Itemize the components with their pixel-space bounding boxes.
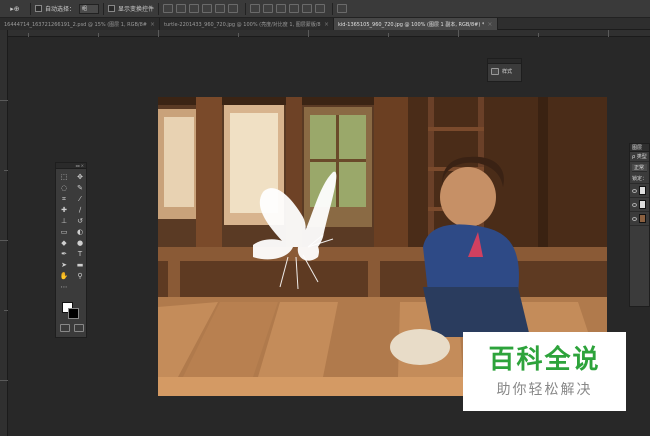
healing-brush-tool-icon[interactable]: ✚ bbox=[57, 205, 71, 215]
distribute-hcenter-icon[interactable] bbox=[302, 4, 313, 13]
tools-panel: ◂◂ × ⬚ ✥ ◌ ✎ ⌗ ⁄ ✚ ∕ ⊥ ↺ ▭ ◐ ◆ ● ✒ T ➤ ▬… bbox=[55, 162, 87, 338]
tab-label: 16444714_163721266191_2.psd @ 15% (图层 1,… bbox=[4, 21, 147, 28]
distribute-bottom-icon[interactable] bbox=[276, 4, 287, 13]
layer-thumbnail bbox=[639, 214, 646, 223]
distribute-top-icon[interactable] bbox=[250, 4, 261, 13]
watermark-title: 百科全说 bbox=[488, 344, 601, 375]
auto-select-checkbox[interactable] bbox=[35, 5, 42, 12]
tab-label: kid-1365105_960_720.jpg @ 100% (图层 1 副本,… bbox=[338, 21, 485, 28]
document-tabs: 16444714_163721266191_2.psd @ 15% (图层 1,… bbox=[0, 18, 650, 30]
history-brush-tool-icon[interactable]: ↺ bbox=[73, 216, 87, 226]
close-icon[interactable]: × bbox=[150, 21, 155, 28]
vertical-ruler[interactable] bbox=[0, 30, 8, 436]
distribute-left-icon[interactable] bbox=[289, 4, 300, 13]
layer-kind-filter[interactable]: ρ 类型 bbox=[630, 152, 649, 162]
document-tab[interactable]: turtle-2201433_960_720.jpg @ 100% (亮度/对比… bbox=[160, 18, 334, 30]
eraser-tool-icon[interactable]: ▭ bbox=[57, 227, 71, 237]
blur-tool-icon[interactable]: ◆ bbox=[57, 238, 71, 248]
pen-tool-icon[interactable]: ✒ bbox=[57, 249, 71, 259]
layer-row[interactable] bbox=[630, 198, 649, 212]
eyedropper-tool-icon[interactable]: ⁄ bbox=[73, 194, 87, 204]
path-select-tool-icon[interactable]: ➤ bbox=[57, 260, 71, 270]
styles-button[interactable]: 样式 bbox=[488, 64, 521, 79]
watermark-subtitle: 助你轻松解决 bbox=[496, 381, 593, 398]
move-tool-preset-icon[interactable]: ▸⊕ bbox=[4, 2, 26, 16]
show-transform-checkbox[interactable] bbox=[108, 5, 116, 12]
styles-label: 样式 bbox=[502, 69, 513, 75]
clone-stamp-tool-icon[interactable]: ⊥ bbox=[57, 216, 71, 226]
auto-select-label: 自动选择： bbox=[45, 6, 76, 13]
edit-toolbar-icon[interactable]: ⋯ bbox=[57, 282, 71, 292]
align-vcenter-icon[interactable] bbox=[176, 4, 187, 13]
lasso-tool-icon[interactable]: ◌ bbox=[57, 183, 71, 193]
watermark-logo: 百科全说 助你轻松解决 bbox=[463, 332, 626, 411]
horizontal-ruler[interactable] bbox=[8, 30, 650, 37]
divider bbox=[332, 2, 334, 15]
layer-row[interactable] bbox=[630, 212, 649, 226]
blend-mode-dropdown[interactable]: 正常 bbox=[632, 164, 647, 172]
auto-select-dropdown[interactable]: 组 bbox=[79, 3, 100, 14]
divider bbox=[245, 2, 247, 15]
quick-select-tool-icon[interactable]: ✎ bbox=[73, 183, 87, 193]
shape-tool-icon[interactable]: ▬ bbox=[73, 260, 87, 270]
distribute-vcenter-icon[interactable] bbox=[263, 4, 274, 13]
align-left-icon[interactable] bbox=[202, 4, 213, 13]
visibility-eye-icon[interactable] bbox=[632, 216, 637, 221]
hand-tool-icon[interactable]: ✋ bbox=[57, 271, 71, 281]
brush-tool-icon[interactable]: ∕ bbox=[73, 205, 87, 215]
divider bbox=[30, 2, 31, 15]
marquee-tool-icon[interactable]: ⬚ bbox=[57, 172, 71, 182]
align-hcenter-icon[interactable] bbox=[215, 4, 226, 13]
quick-mask-icon[interactable] bbox=[60, 324, 70, 332]
close-icon[interactable]: × bbox=[324, 21, 329, 28]
document-tab[interactable]: 16444714_163721266191_2.psd @ 15% (图层 1,… bbox=[0, 18, 160, 30]
distribute-right-icon[interactable] bbox=[315, 4, 326, 13]
zoom-tool-icon[interactable]: ⚲ bbox=[73, 271, 87, 281]
dodge-tool-icon[interactable]: ● bbox=[73, 238, 87, 248]
lock-label: 锁定： bbox=[630, 176, 649, 184]
align-top-icon[interactable] bbox=[163, 4, 174, 13]
tab-label: turtle-2201433_960_720.jpg @ 100% (亮度/对比… bbox=[164, 21, 321, 28]
auto-align-icon[interactable] bbox=[337, 4, 348, 13]
layers-panel: 图层 ρ 类型 正常 锁定： bbox=[629, 143, 650, 307]
show-transform-label: 显示变换控件 bbox=[118, 6, 155, 13]
styles-mini-panel: 样式 bbox=[487, 58, 522, 82]
type-tool-icon[interactable]: T bbox=[73, 249, 87, 259]
document-tab-active[interactable]: kid-1365105_960_720.jpg @ 100% (图层 1 副本,… bbox=[334, 18, 498, 30]
gradient-tool-icon[interactable]: ◐ bbox=[73, 227, 87, 237]
move-tool-icon[interactable]: ✥ bbox=[73, 172, 87, 182]
align-bottom-icon[interactable] bbox=[189, 4, 200, 13]
crop-tool-icon[interactable]: ⌗ bbox=[57, 194, 71, 204]
divider bbox=[103, 2, 105, 15]
layer-thumbnail bbox=[639, 200, 646, 209]
background-color-swatch[interactable] bbox=[68, 308, 79, 319]
divider bbox=[158, 2, 160, 15]
screen-mode-icon[interactable] bbox=[74, 324, 84, 332]
layer-thumbnail bbox=[639, 186, 646, 195]
styles-icon bbox=[491, 68, 499, 75]
visibility-eye-icon[interactable] bbox=[632, 188, 637, 193]
options-bar: ▸⊕ 自动选择： 组 显示变换控件 bbox=[0, 0, 650, 18]
layer-row[interactable] bbox=[630, 184, 649, 198]
visibility-eye-icon[interactable] bbox=[632, 202, 637, 207]
close-icon[interactable]: × bbox=[487, 21, 492, 28]
layers-panel-title[interactable]: 图层 bbox=[630, 144, 649, 152]
align-right-icon[interactable] bbox=[228, 4, 239, 13]
